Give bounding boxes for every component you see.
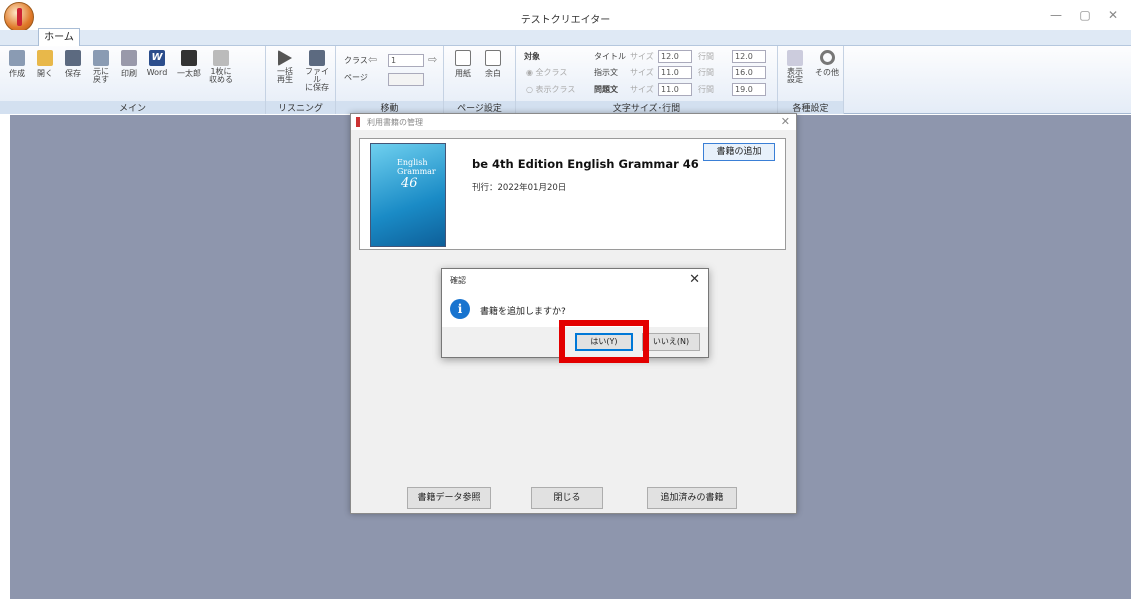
added-books-button[interactable]: 追加済みの書籍 <box>647 487 737 509</box>
word-icon: W <box>149 50 165 66</box>
folder-icon <box>37 50 53 66</box>
books-dialog-titlebar: 利用書籍の管理 ✕ <box>351 114 796 130</box>
books-dialog-close-icon[interactable]: ✕ <box>781 115 790 128</box>
question-label: 問題文 <box>594 85 618 94</box>
word-button[interactable]: W Word <box>144 50 170 77</box>
cover-text: English Grammar <box>397 158 436 176</box>
undo-icon <box>93 50 109 66</box>
book-publish-date: 刊行：2022年01月20日 <box>472 183 567 193</box>
prev-arrow-icon[interactable]: ⇦ <box>368 53 377 66</box>
cover-number: 46 <box>401 176 418 191</box>
yes-button-highlight-box <box>559 320 649 363</box>
page-label: ページ <box>344 73 368 82</box>
group-listening: 一括 再生 ファイル に保存 リスニング <box>266 46 336 114</box>
cover-title-line2: Grammar <box>397 167 436 176</box>
save-audio-button[interactable]: ファイル に保存 <box>302 50 332 92</box>
paper-button[interactable]: 用紙 <box>450 50 476 79</box>
title-line-spinner[interactable]: 12.0 <box>732 50 766 63</box>
group-font: 対象 ◉ 全クラス ○ 表示クラス タイトル 指示文 問題文 サイズ サイズ サ… <box>516 46 778 114</box>
play-all-button[interactable]: 一括 再生 <box>272 50 298 84</box>
group-move: クラス ⇦ 1 ⇨ ページ 移動 <box>336 46 444 114</box>
margin-icon <box>485 50 501 66</box>
target-label: 対象 <box>524 52 540 61</box>
minimize-button[interactable]: — <box>1046 8 1066 22</box>
books-dialog-footer: 書籍データ参照 閉じる 追加済みの書籍 <box>351 483 796 513</box>
ichitaro-button[interactable]: 一太郎 <box>174 50 204 79</box>
window-title: テストクリエイター <box>520 15 611 26</box>
title-bar: テストクリエイター — ▢ ✕ <box>0 0 1131 32</box>
line-label: 行間 <box>698 68 714 77</box>
display-class-radio[interactable]: ○ 表示クラス <box>526 84 575 95</box>
app-small-icon <box>356 117 360 127</box>
question-line-spinner[interactable]: 19.0 <box>732 83 766 96</box>
title-label: タイトル <box>594 52 626 61</box>
undo-button[interactable]: 元に 戻す <box>88 50 114 84</box>
workspace-bottom-margin <box>0 599 1131 605</box>
tab-home[interactable]: ホーム <box>38 28 80 46</box>
books-dialog-title: 利用書籍の管理 <box>367 118 423 127</box>
workspace-margin <box>0 115 10 605</box>
gear-icon <box>819 50 835 65</box>
confirm-message: 書籍を追加しますか? <box>480 307 566 317</box>
group-main-label: メイン <box>0 101 265 114</box>
close-dialog-button[interactable]: 閉じる <box>531 487 603 509</box>
group-listening-label: リスニング <box>266 101 335 114</box>
ribbon-tab-strip <box>0 30 1131 46</box>
create-button[interactable]: 作成 <box>4 50 30 79</box>
printer-icon <box>121 50 137 66</box>
size-label: サイズ <box>630 85 654 94</box>
instruction-label: 指示文 <box>594 68 618 77</box>
page-dropdown[interactable] <box>388 73 424 86</box>
document-icon <box>9 50 25 66</box>
next-arrow-icon[interactable]: ⇨ <box>428 53 437 66</box>
save-file-icon <box>309 50 325 66</box>
book-data-ref-button[interactable]: 書籍データ参照 <box>407 487 491 509</box>
size-label: サイズ <box>630 68 654 77</box>
group-page-setup: 用紙 余白 ページ設定 <box>444 46 516 114</box>
fit-page-icon <box>213 50 229 66</box>
maximize-button[interactable]: ▢ <box>1075 8 1095 22</box>
display-settings-icon <box>787 50 803 66</box>
line-label: 行間 <box>698 52 714 61</box>
line-label: 行間 <box>698 85 714 94</box>
other-settings-button[interactable]: その他 <box>812 50 842 78</box>
size-label: サイズ <box>630 52 654 61</box>
question-size-spinner[interactable]: 11.0 <box>658 83 692 96</box>
no-button[interactable]: いいえ(N) <box>642 333 700 351</box>
ribbon: 作成 開く 保存 元に 戻す 印刷 W Word 一太郎 1枚に 収める メイン … <box>0 46 1131 114</box>
close-button[interactable]: ✕ <box>1103 8 1123 22</box>
all-class-radio[interactable]: ◉ 全クラス <box>526 67 567 78</box>
save-button[interactable]: 保存 <box>60 50 86 79</box>
cover-title-line1: English <box>397 158 428 167</box>
class-spinner[interactable]: 1 <box>388 54 424 67</box>
instruction-size-spinner[interactable]: 11.0 <box>658 66 692 79</box>
fit-one-page-button[interactable]: 1枚に 収める <box>208 50 234 84</box>
open-button[interactable]: 開く <box>32 50 58 79</box>
paper-icon <box>455 50 471 66</box>
title-size-spinner[interactable]: 12.0 <box>658 50 692 63</box>
group-settings: 表示 設定 その他 各種設定 <box>778 46 844 114</box>
confirm-close-icon[interactable]: ✕ <box>689 272 700 287</box>
class-label: クラス <box>344 56 368 65</box>
ichitaro-icon <box>181 50 197 66</box>
print-button[interactable]: 印刷 <box>116 50 142 79</box>
instruction-line-spinner[interactable]: 16.0 <box>732 66 766 79</box>
book-card[interactable]: English Grammar 46 be 4th Edition English… <box>359 138 786 250</box>
play-icon <box>278 50 292 66</box>
info-icon: i <box>450 299 470 319</box>
add-book-button[interactable]: 書籍の追加 <box>703 143 775 161</box>
margin-button[interactable]: 余白 <box>480 50 506 79</box>
group-main: 作成 開く 保存 元に 戻す 印刷 W Word 一太郎 1枚に 収める メイン <box>0 46 266 114</box>
book-title: be 4th Edition English Grammar 46 <box>472 157 699 171</box>
confirm-dialog-title: 確認 <box>450 276 466 285</box>
display-settings-button[interactable]: 表示 設定 <box>782 50 808 84</box>
book-cover-image: English Grammar 46 <box>370 143 446 247</box>
save-icon <box>65 50 81 66</box>
